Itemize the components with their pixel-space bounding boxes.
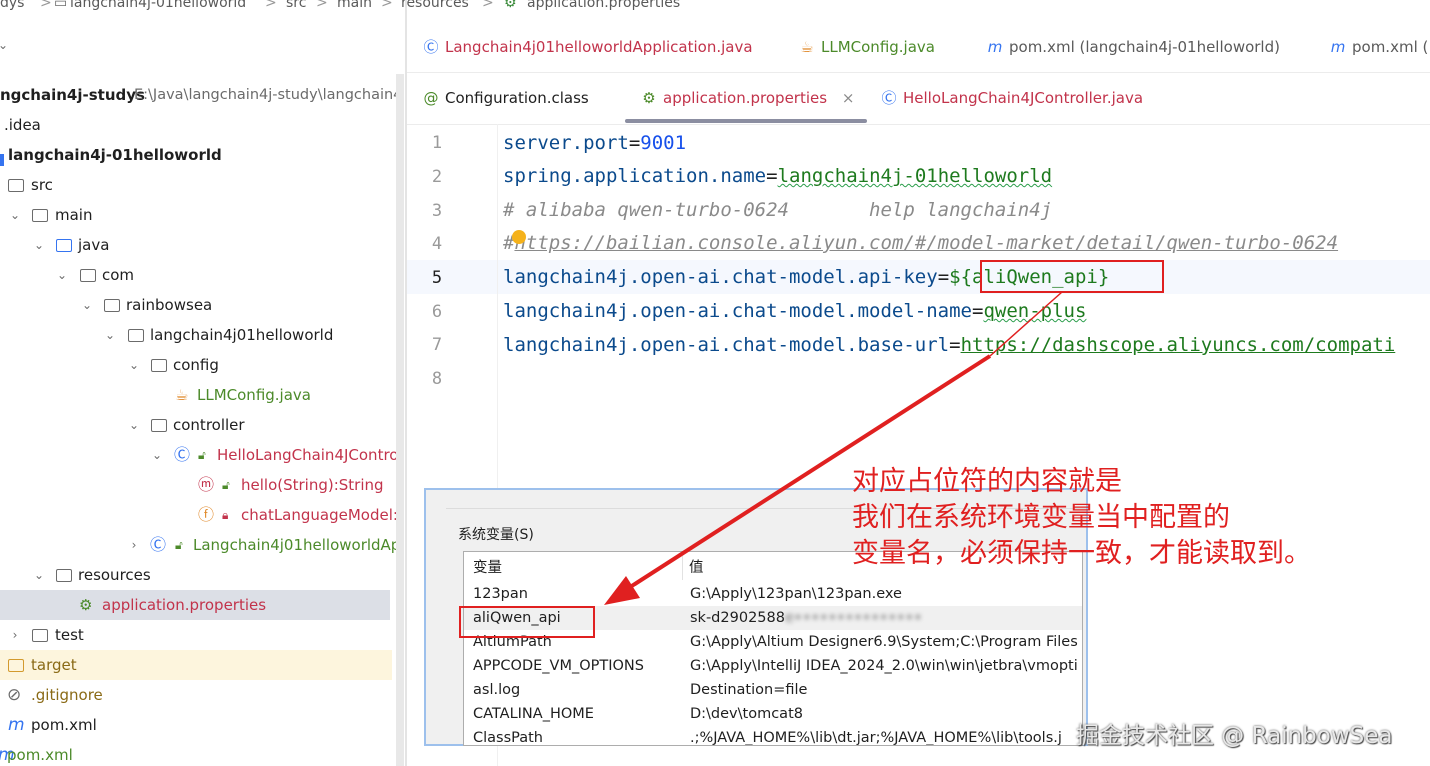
annotation-text-line: 变量名，必须保持一致，才能读取到。 [852, 538, 1311, 569]
annotation-arrow [604, 291, 1063, 605]
annotation-text-line: 我们在系统环境变量当中配置的 [852, 502, 1230, 533]
watermark: 掘金技术社区 @ RainbowSea [1076, 723, 1393, 749]
arrow-head [604, 576, 640, 605]
annotation-text-line: 对应占位符的内容就是 [852, 466, 1122, 497]
arrow-thin-segment [989, 291, 1063, 357]
